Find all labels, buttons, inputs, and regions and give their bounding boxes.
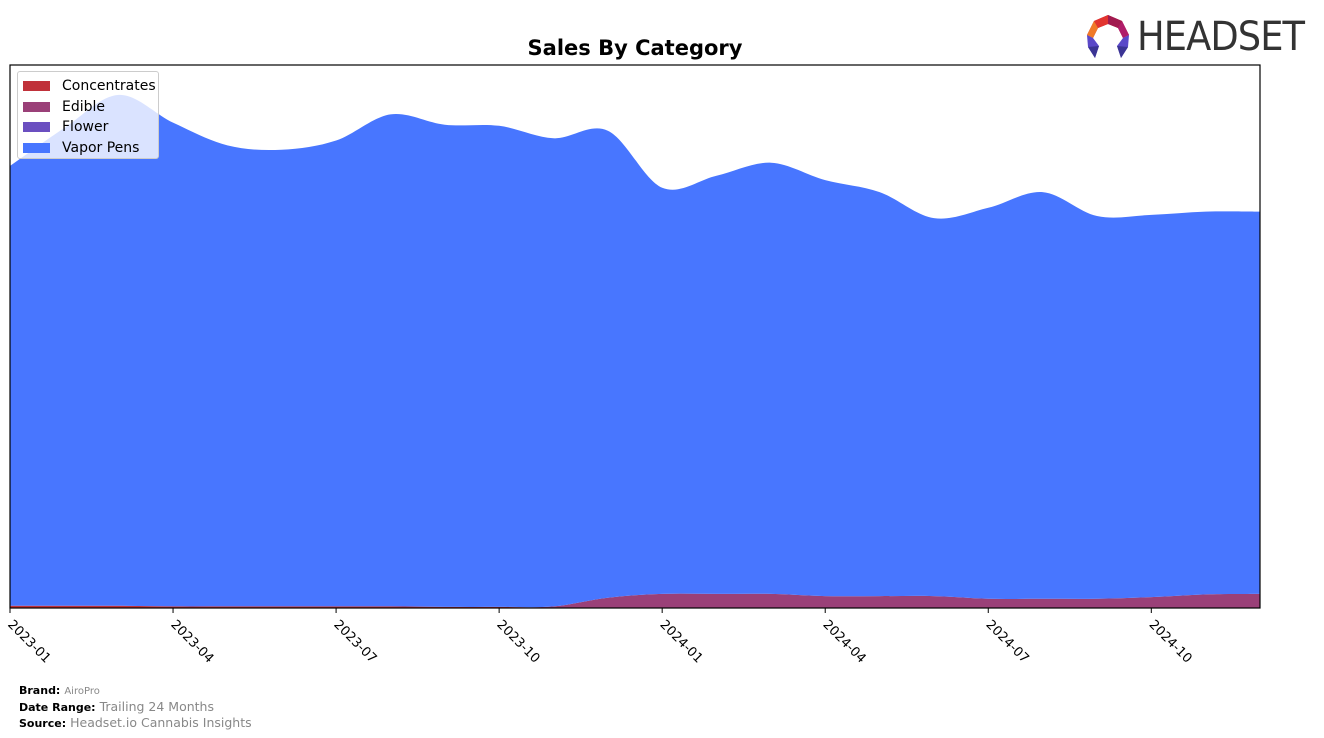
legend-label: Vapor Pens [62,139,140,156]
footer-source: Source: Headset.io Cannabis Insights [19,715,252,731]
x-axis: 2023-01 2023-04 2023-07 2023-10 2024-01 2024-… [4,608,1195,666]
headset-logo: HEADSET [1085,14,1319,60]
date-range-value: Trailing 24 Months [99,699,214,714]
x-tick-label: 2024-04 [820,617,869,666]
x-tick-label: 2023-07 [330,617,379,666]
legend-label: Edible [62,98,106,115]
logo-text: HEADSET [1137,14,1305,60]
x-tick-label: 2024-07 [983,617,1032,666]
legend-item-flower: Flower [23,117,158,138]
source-label: Source: [19,717,67,730]
legend-label: Flower [62,119,109,136]
x-tick-label: 2024-01 [657,617,706,666]
legend-swatch-concentrates [23,81,50,92]
footer-date-range: Date Range: Trailing 24 Months [19,699,252,715]
legend-item-vapor-pens: Vapor Pens [23,138,158,159]
brand-value: AiroPro [64,686,100,697]
area-vapor-pens [10,94,1260,608]
brand-label: Brand: [19,684,61,697]
x-tick-label: 2023-04 [167,617,216,666]
legend-label: Concentrates [62,78,156,95]
source-value: Headset.io Cannabis Insights [70,715,252,730]
legend-swatch-flower [23,122,50,133]
area-layer [10,94,1260,609]
legend-item-concentrates: Concentrates [23,76,158,97]
footer: Brand: AiroPro Date Range: Trailing 24 Mon… [19,683,252,731]
legend-item-edible: Edible [23,97,158,118]
headset-logo-icon [1087,15,1129,58]
legend-swatch-edible [23,101,50,112]
legend: Concentrates Edible Flower Vapor Pens [17,71,159,159]
x-tick-label: 2024-10 [1146,617,1195,666]
x-tick-label: 2023-10 [493,617,542,666]
date-range-label: Date Range: [19,701,96,714]
legend-swatch-vapor-pens [23,142,50,153]
footer-brand: Brand: AiroPro [19,683,252,699]
chart-plot: 2023-01 2023-04 2023-07 2023-10 2024-01 2024-… [4,64,1261,666]
x-tick-label: 2023-01 [4,617,53,666]
